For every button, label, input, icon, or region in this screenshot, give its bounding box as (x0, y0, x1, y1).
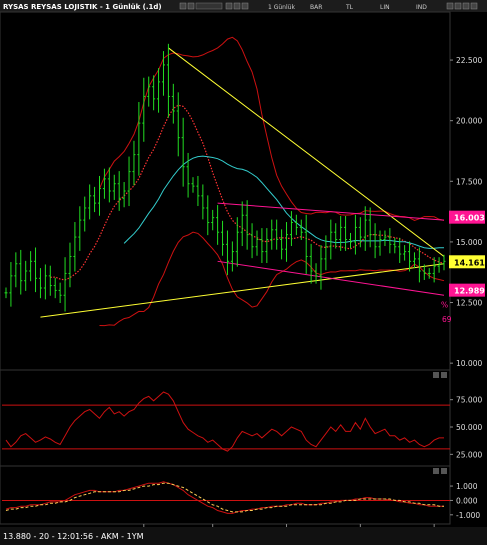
panel-close-icon[interactable] (441, 468, 447, 474)
percent-label: % (441, 300, 448, 309)
macd-axis-label: -1.000 (456, 511, 480, 520)
oscillator-axis-label: 25.000 (456, 450, 482, 459)
period-button[interactable]: 1 Günlük (268, 4, 295, 11)
toolbar-icon-4[interactable] (233, 2, 241, 10)
percent-value-label: 69 (442, 315, 452, 324)
panel-settings-icon[interactable] (433, 372, 439, 378)
price-axis-label: 15.000 (456, 238, 482, 247)
oscillator-axis-label: 50.000 (456, 423, 482, 432)
macd-axis-label: 1.000 (456, 482, 478, 491)
toolbar-icon-1[interactable] (179, 2, 187, 10)
price-axis-label: 12.500 (456, 299, 482, 308)
price-axis-label: 22.500 (456, 56, 482, 65)
stock-chart: RYSAS REYSAS LOJISTIK - 1 Günlük (.1d) 1… (0, 0, 487, 545)
price-axis-label: 10.000 (456, 359, 482, 368)
status-bar: 13.880 - 20 - 12:01:56 - AKM - 1YM (3, 532, 144, 541)
price-label: 14.161 (454, 258, 485, 267)
macd-panel (0, 465, 451, 525)
window-icon-3[interactable] (462, 2, 470, 10)
oscillator-panel (0, 369, 451, 467)
oscillator-axis-label: 75.000 (456, 396, 482, 405)
toolbar-item-lin[interactable]: LIN (380, 4, 390, 11)
window-icon-1[interactable] (446, 2, 454, 10)
price-label: 12.989 (454, 287, 485, 296)
toolbar-logo (195, 2, 223, 10)
price-panel (0, 11, 451, 371)
price-axis-label: 17.500 (456, 177, 482, 186)
toolbar-icon-3[interactable] (225, 2, 233, 10)
panel-close-icon[interactable] (441, 372, 447, 378)
chart-title: RYSAS REYSAS LOJISTIK - 1 Günlük (.1d) (3, 3, 162, 11)
macd-axis-label: 0.000 (456, 496, 478, 505)
price-label: 16.003 (454, 214, 485, 223)
toolbar-item-tl[interactable]: TL (345, 4, 354, 11)
window-icon-2[interactable] (454, 2, 462, 10)
toolbar-item-ind[interactable]: IND (416, 4, 427, 11)
panel-settings-icon[interactable] (433, 468, 439, 474)
close-icon[interactable] (470, 2, 478, 10)
toolbar-icon-5[interactable] (241, 2, 249, 10)
price-axis-label: 20.000 (456, 117, 482, 126)
toolbar-item-bar[interactable]: BAR (310, 4, 322, 11)
toolbar-icon-2[interactable] (187, 2, 195, 10)
